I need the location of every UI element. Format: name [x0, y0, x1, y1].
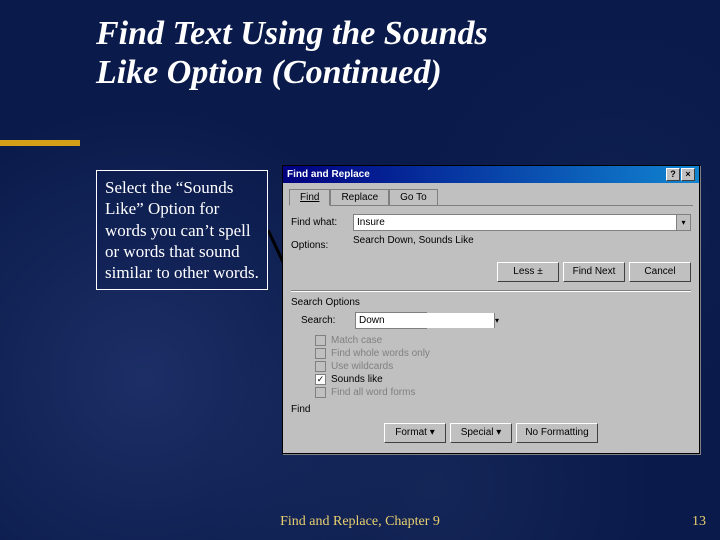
search-options-label: Search Options: [291, 297, 691, 308]
checkbox-all-forms-label: Find all word forms: [331, 387, 415, 398]
cancel-button[interactable]: Cancel: [629, 262, 691, 282]
divider: [291, 290, 691, 291]
accent-bar: [0, 140, 80, 146]
search-direction-dropdown-icon[interactable]: ▾: [494, 313, 499, 328]
search-direction-input[interactable]: [356, 313, 494, 328]
slide-footer: Find and Replace, Chapter 9: [0, 514, 720, 530]
find-replace-dialog: Find and Replace ? × Find Replace Go To …: [282, 165, 700, 454]
find-what-dropdown-icon[interactable]: ▾: [676, 215, 690, 230]
checkbox-match-case-label: Match case: [331, 335, 382, 346]
no-formatting-button[interactable]: No Formatting: [516, 423, 598, 443]
checkbox-wildcards-row[interactable]: Use wildcards: [315, 361, 691, 372]
find-what-label: Find what:: [291, 217, 353, 228]
find-next-button[interactable]: Find Next: [563, 262, 625, 282]
special-button[interactable]: Special ▾: [450, 423, 512, 443]
callout-box: Select the “Sounds Like” Option for word…: [96, 170, 268, 290]
checkbox-wildcards[interactable]: [315, 361, 326, 372]
options-label: Options:: [291, 240, 353, 251]
checkbox-whole-words-row[interactable]: Find whole words only: [315, 348, 691, 359]
search-direction-combo[interactable]: ▾: [355, 312, 427, 329]
checkbox-wildcards-label: Use wildcards: [331, 361, 393, 372]
checkbox-all-forms[interactable]: [315, 387, 326, 398]
title-line-2: Like Option (Continued): [96, 53, 488, 92]
slide-title: Find Text Using the Sounds Like Option (…: [96, 14, 488, 92]
checkbox-sounds-like-label: Sounds like: [331, 374, 383, 385]
dialog-titlebar[interactable]: Find and Replace ? ×: [283, 166, 699, 183]
checkbox-whole-words[interactable]: [315, 348, 326, 359]
help-button[interactable]: ?: [666, 168, 680, 181]
find-what-input[interactable]: [354, 215, 676, 230]
checkbox-sounds-like-row[interactable]: Sounds like: [315, 374, 691, 385]
find-what-field[interactable]: ▾: [353, 214, 691, 231]
tab-goto[interactable]: Go To: [389, 189, 438, 205]
close-button[interactable]: ×: [681, 168, 695, 181]
find-group-label: Find: [291, 404, 691, 415]
checkbox-match-case-row[interactable]: Match case: [315, 335, 691, 346]
less-button[interactable]: Less ±: [497, 262, 559, 282]
checkbox-whole-words-label: Find whole words only: [331, 348, 430, 359]
checkbox-sounds-like[interactable]: [315, 374, 326, 385]
checkbox-all-forms-row[interactable]: Find all word forms: [315, 387, 691, 398]
tab-replace[interactable]: Replace: [330, 189, 389, 205]
format-button[interactable]: Format ▾: [384, 423, 446, 443]
title-line-1: Find Text Using the Sounds: [96, 14, 488, 53]
dialog-title: Find and Replace: [287, 169, 666, 180]
callout-text: Select the “Sounds Like” Option for word…: [105, 178, 259, 282]
tab-find[interactable]: Find: [289, 189, 330, 206]
tab-strip: Find Replace Go To: [289, 189, 693, 206]
checkbox-match-case[interactable]: [315, 335, 326, 346]
options-value: Search Down, Sounds Like: [353, 235, 474, 246]
page-number: 13: [692, 514, 706, 530]
search-direction-label: Search:: [301, 315, 355, 326]
